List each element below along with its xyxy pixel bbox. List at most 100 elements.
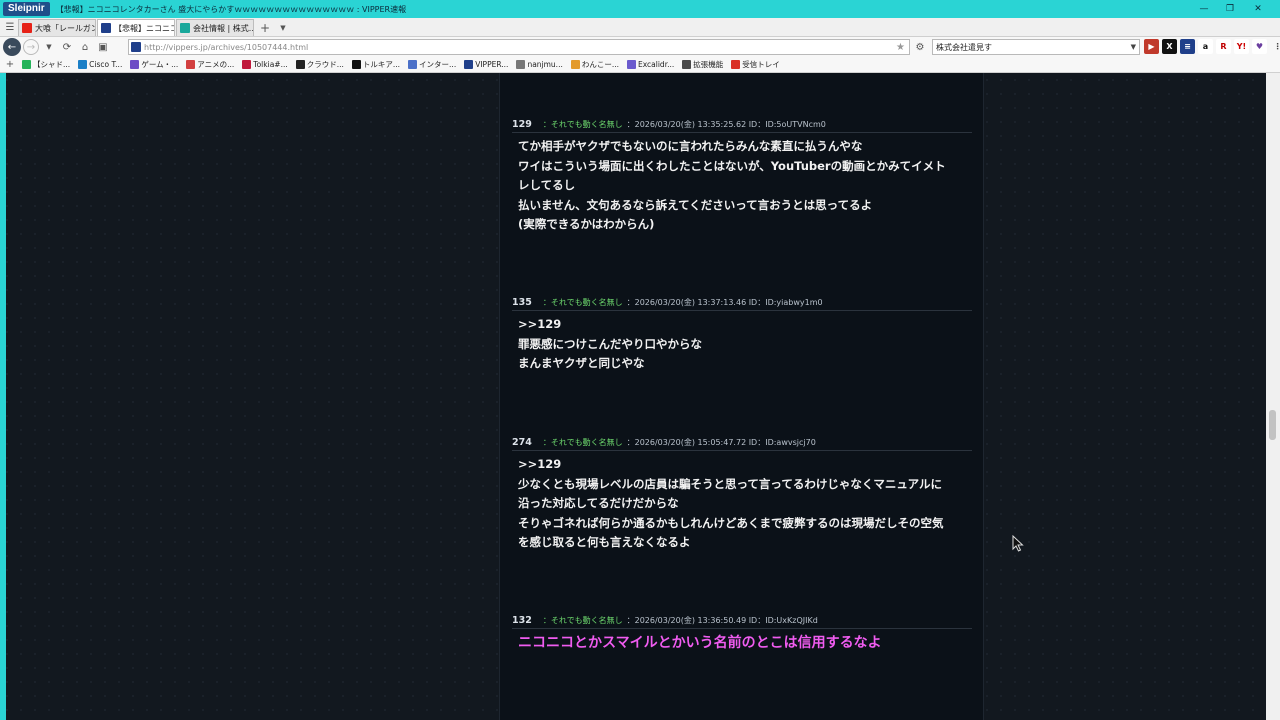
comment-post: 274 ：それでも動く名無し ：2026/03/20(金) 15:05:47.7… bbox=[512, 437, 972, 553]
browser-logo[interactable]: Sleipnir bbox=[3, 2, 50, 16]
post-body: >>129 罪悪感につけこんだやり口やからな まんまヤクザと同じやな bbox=[512, 315, 972, 374]
bookmark-icon bbox=[242, 60, 252, 69]
post-number: 274 bbox=[512, 436, 532, 448]
bookmark-item[interactable]: 【シャド... bbox=[22, 59, 70, 70]
post-line: を感じ取ると何も言えなくなるよ bbox=[518, 535, 691, 549]
bookmark-label: アニメの... bbox=[197, 60, 235, 69]
search-input[interactable]: 株式会社遣見す ▼ bbox=[932, 39, 1140, 55]
search-engine-icon[interactable]: ⚙ bbox=[912, 39, 928, 55]
bookmark-item[interactable]: トルキア... bbox=[351, 59, 401, 70]
bookmark-label: クラウド... bbox=[306, 60, 344, 69]
post-body: てか相手がヤクザでもないのに言われたらみんな素直に払うんやな ワイはこういう場面… bbox=[512, 137, 972, 235]
youtube-ext-icon[interactable]: ▶ bbox=[1144, 39, 1159, 54]
bookmark-item[interactable]: Cisco T... bbox=[78, 60, 122, 69]
chevron-down-icon[interactable]: ▼ bbox=[1131, 43, 1136, 51]
bookmark-item[interactable]: Tolkia#... bbox=[242, 60, 288, 69]
tab-label: 大喰「レールガン」... bbox=[35, 23, 95, 33]
post-body-highlighted: ニコニコとかスマイルとかいう名前のとこは信用するなよ bbox=[512, 633, 972, 653]
bookmark-label: Cisco T... bbox=[89, 60, 123, 69]
restore-button[interactable]: ❐ bbox=[1218, 0, 1242, 18]
home-icon[interactable]: ⌂ bbox=[77, 39, 93, 55]
window-border bbox=[0, 73, 6, 720]
bookmark-label: VIPPER... bbox=[475, 60, 509, 69]
bookmark-item[interactable]: アニメの... bbox=[186, 59, 234, 70]
bookmark-icon bbox=[78, 60, 88, 69]
bookmark-icon bbox=[627, 60, 636, 69]
bookmark-label: ゲーム・... bbox=[141, 60, 179, 69]
address-bar[interactable]: http://vippers.jp/archives/10507444.html… bbox=[128, 39, 910, 55]
reply-anchor-link[interactable]: >>129 bbox=[518, 315, 972, 335]
post-line: 沿った対応してるだけだからな bbox=[518, 496, 679, 510]
bookmark-icon bbox=[570, 60, 580, 69]
bookmark-label: nanjmu... bbox=[527, 60, 563, 69]
youtube-icon bbox=[22, 23, 32, 33]
history-chevron-icon[interactable]: ▼ bbox=[41, 39, 57, 55]
post-number: 135 bbox=[512, 296, 532, 308]
minimize-button[interactable]: — bbox=[1192, 0, 1216, 18]
poster-name: ：それでも動く名無し bbox=[542, 297, 623, 307]
bookmark-icon bbox=[516, 60, 526, 69]
vertical-scrollbar[interactable] bbox=[1266, 73, 1280, 720]
x-icon[interactable]: X bbox=[1162, 39, 1177, 54]
poster-name: ：それでも動く名無し bbox=[542, 615, 623, 625]
bookmark-item[interactable]: クラウド... bbox=[295, 59, 344, 70]
back-button[interactable]: ← bbox=[3, 38, 21, 56]
tab-list-chevron-icon[interactable]: ▼ bbox=[275, 19, 291, 36]
post-header: 135 ：それでも動く名無し ：2026/03/20(金) 13:37:13.4… bbox=[512, 297, 972, 311]
rakuten-icon[interactable]: R bbox=[1216, 39, 1231, 54]
navigation-bar: ← → ▼ ⟳ ⌂ ▣ http://vippers.jp/archives/1… bbox=[0, 37, 1280, 57]
post-number: 129 bbox=[512, 118, 532, 130]
gmail-icon bbox=[731, 60, 741, 69]
post-line: まんまヤクザと同じやな bbox=[518, 356, 645, 370]
forward-button[interactable]: → bbox=[23, 39, 39, 55]
tab-company-info[interactable]: 会社情報 | 株式... bbox=[176, 19, 254, 36]
reload-icon[interactable]: ⟳ bbox=[59, 39, 75, 55]
bookmark-label: わんこー... bbox=[581, 60, 619, 69]
bookmark-item[interactable]: 受信トレイ bbox=[731, 59, 780, 70]
yahoo-shopping-icon[interactable]: ♥ bbox=[1252, 39, 1267, 54]
site-icon bbox=[180, 23, 190, 33]
amazon-icon[interactable]: a bbox=[1198, 39, 1213, 54]
bookmark-item[interactable]: nanjmu... bbox=[516, 60, 563, 69]
post-line: てか相手がヤクザでもないのに言われたらみんな素直に払うんやな bbox=[518, 139, 863, 153]
post-line: 少なくとも現場レベルの店員は騙そうと思って言ってるわけじゃなくマニュアルに bbox=[518, 476, 943, 491]
reply-anchor-link[interactable]: >>129 bbox=[518, 455, 972, 475]
bookmark-label: 【シャド... bbox=[33, 60, 71, 69]
bookmark-icon bbox=[130, 60, 140, 69]
scrollbar-thumb[interactable] bbox=[1269, 410, 1276, 440]
url-text[interactable]: http://vippers.jp/archives/10507444.html bbox=[144, 43, 308, 52]
tab-railgun[interactable]: 大喰「レールガン」... bbox=[18, 19, 96, 36]
bookmark-label: Tolkia#... bbox=[253, 60, 288, 69]
post-body: >>129 少なくとも現場レベルの店員は騙そうと思って言ってるわけじゃなくマニュ… bbox=[512, 455, 972, 553]
tab-menu-icon[interactable]: ☰ bbox=[2, 19, 18, 36]
bookmark-manager-icon[interactable]: ▣ bbox=[95, 39, 111, 55]
bookmark-item[interactable]: わんこー... bbox=[570, 59, 619, 70]
bookmark-label: トルキア... bbox=[362, 60, 401, 69]
tab-vipper[interactable]: 【悲報】ニコニコレ... bbox=[97, 19, 175, 36]
bookmark-label: 受信トレイ bbox=[742, 60, 780, 69]
bookmark-icon bbox=[186, 60, 196, 69]
bookmark-item[interactable]: 拡張機能 bbox=[682, 59, 723, 70]
close-button[interactable]: ✕ bbox=[1246, 0, 1270, 18]
comment-post: 129 ：それでも動く名無し ：2026/03/20(金) 13:35:25.6… bbox=[512, 119, 972, 235]
bookmark-icon bbox=[464, 60, 474, 69]
translate-icon[interactable]: ≡ bbox=[1180, 39, 1195, 54]
bookmark-item[interactable]: インター... bbox=[408, 59, 456, 70]
star-icon[interactable]: ★ bbox=[896, 42, 905, 53]
bookmark-label: 拡張機能 bbox=[693, 60, 724, 69]
yahoo-icon[interactable]: Y! bbox=[1234, 39, 1249, 54]
bookmark-icon bbox=[351, 60, 361, 69]
bookmark-icon bbox=[408, 60, 418, 69]
bookmark-label: Excalidr... bbox=[638, 60, 675, 69]
bookmark-item[interactable]: Excalidr... bbox=[627, 60, 674, 69]
article-column: 129 ：それでも動く名無し ：2026/03/20(金) 13:35:25.6… bbox=[499, 73, 984, 720]
bookmark-item[interactable]: VIPPER... bbox=[464, 60, 508, 69]
post-meta: ：2026/03/20(金) 15:05:47.72 ID：ID:awvsjcj… bbox=[626, 437, 816, 447]
bookmark-item[interactable]: ゲーム・... bbox=[130, 59, 178, 70]
post-line: レしてるし bbox=[518, 178, 576, 192]
post-header: 132 ：それでも動く名無し ：2026/03/20(金) 13:36:50.4… bbox=[512, 615, 972, 629]
vipper-icon bbox=[131, 42, 141, 52]
add-bookmark-icon[interactable]: + bbox=[2, 57, 18, 73]
menu-icon[interactable]: ⋮ bbox=[1270, 39, 1280, 54]
new-tab-button[interactable]: + bbox=[257, 19, 273, 36]
